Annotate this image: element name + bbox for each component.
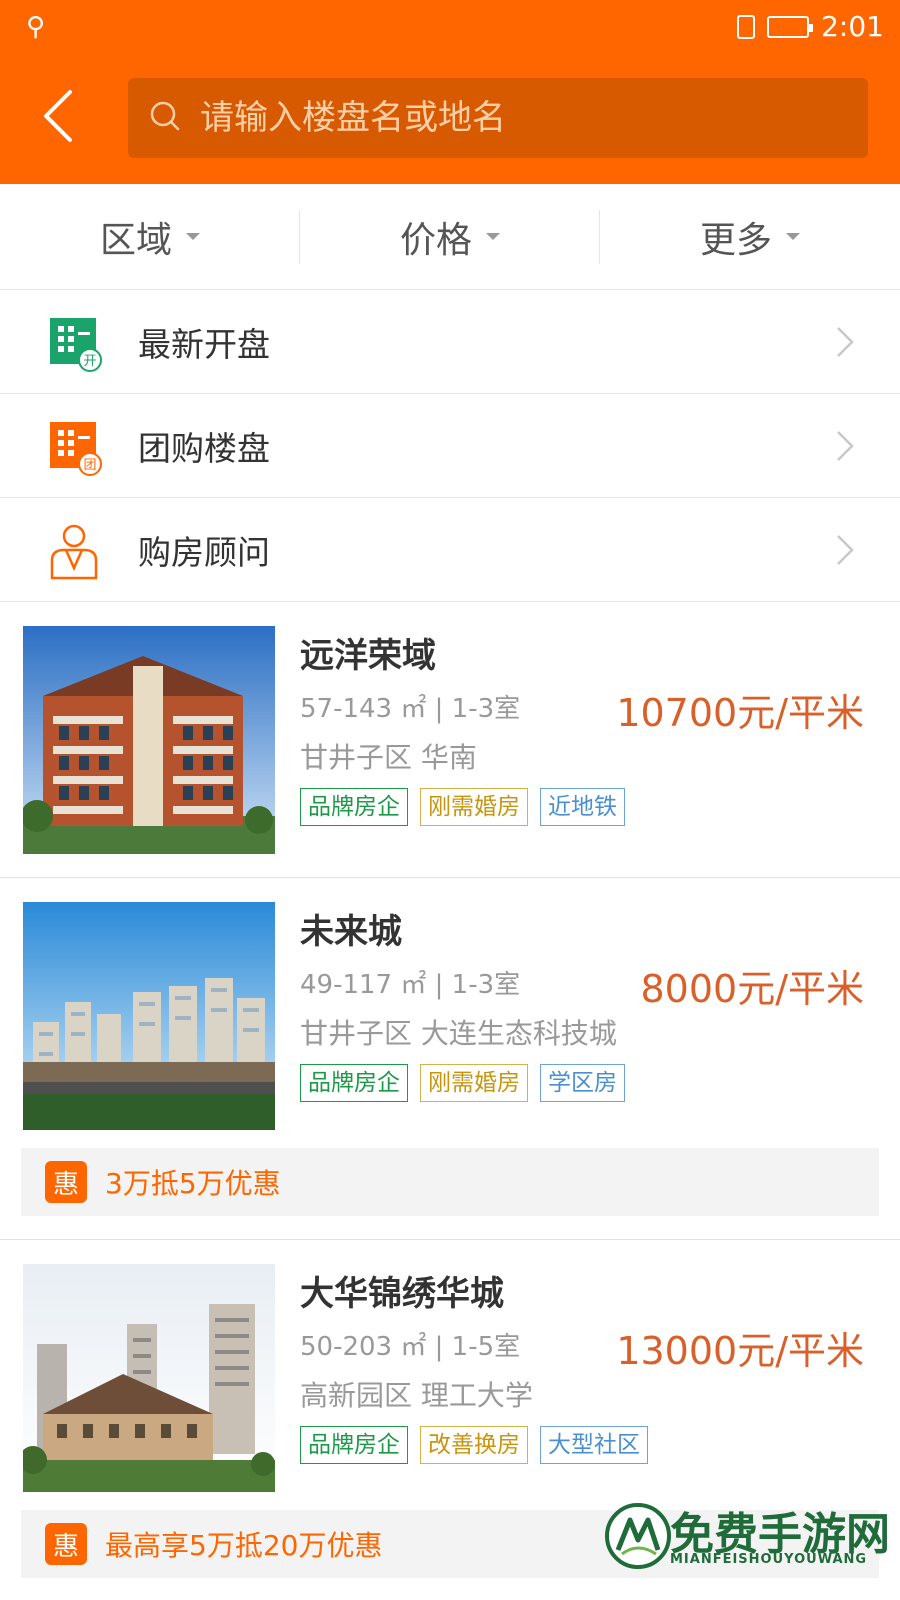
listing-tags: 品牌房企 刚需婚房 近地铁: [300, 788, 625, 826]
tag: 品牌房企: [300, 1064, 408, 1102]
filter-label: 更多: [699, 219, 772, 261]
promo-text: 最高享5万抵20万优惠: [105, 1529, 383, 1562]
search-icon: [148, 99, 182, 137]
listing-card[interactable]: 远洋荣域 57-143 ㎡ | 1-3室 10700元/平米 甘井子区 华南 品…: [0, 602, 900, 878]
listing-name: 远洋荣域: [300, 636, 436, 676]
listing-area: 高新园区 理工大学: [300, 1379, 533, 1412]
search-box[interactable]: [128, 78, 868, 158]
tag: 刚需婚房: [420, 788, 528, 826]
chevron-right-icon: [837, 327, 854, 357]
tag: 改善换房: [420, 1426, 528, 1464]
watermark: 免费手游网 MIANFEISHOUYOUWANG: [604, 1498, 900, 1600]
listing-price: 8000元/平米: [640, 967, 864, 1011]
shortcut-menu: 开 最新开盘 团 团购楼盘 购房顾问: [0, 290, 900, 602]
site-logo-icon: [605, 1503, 671, 1569]
listing-photo: [23, 1264, 275, 1492]
menu-item-new-opening[interactable]: 开 最新开盘: [0, 290, 900, 394]
listing-spec: 50-203 ㎡ | 1-5室: [300, 1332, 521, 1362]
battery-icon: [767, 15, 814, 38]
tag: 大型社区: [540, 1426, 648, 1464]
promo-banner[interactable]: 惠 3万抵5万优惠: [21, 1148, 879, 1216]
listing-price: 10700元/平米: [616, 691, 864, 735]
listing-spec: 49-117 ㎡ | 1-3室: [300, 970, 521, 1000]
consultant-icon: [50, 524, 98, 580]
tag: 品牌房企: [300, 1426, 408, 1464]
listing-name: 大华锦绣华城: [300, 1274, 504, 1314]
menu-item-group-buy[interactable]: 团 团购楼盘: [0, 394, 900, 498]
listing-area: 甘井子区 大连生态科技城: [300, 1017, 617, 1050]
chevron-right-icon: [837, 535, 854, 565]
discount-badge-icon: 惠: [45, 1161, 87, 1203]
caret-down-icon: [786, 233, 800, 240]
usb-icon: ⚲: [26, 12, 46, 42]
tag: 刚需婚房: [420, 1064, 528, 1102]
filter-price[interactable]: 价格: [300, 184, 600, 289]
menu-label: 最新开盘: [138, 324, 270, 364]
menu-label: 购房顾问: [138, 532, 270, 572]
filter-region[interactable]: 区域: [0, 184, 300, 289]
promo-text: 3万抵5万优惠: [105, 1167, 281, 1200]
watermark-subtitle: MIANFEISHOUYOUWANG: [670, 1552, 868, 1567]
tag: 学区房: [540, 1064, 625, 1102]
tag: 品牌房企: [300, 788, 408, 826]
sim-icon: [737, 14, 756, 39]
caret-down-icon: [186, 233, 200, 240]
listing-list: 远洋荣域 57-143 ㎡ | 1-3室 10700元/平米 甘井子区 华南 品…: [0, 602, 900, 1600]
status-right: 2:01: [737, 10, 884, 43]
listing-tags: 品牌房企 改善换房 大型社区: [300, 1426, 648, 1464]
listing-name: 未来城: [300, 912, 402, 952]
menu-label: 团购楼盘: [138, 428, 270, 468]
filter-label: 价格: [399, 219, 472, 261]
svg-text:团: 团: [83, 458, 96, 473]
menu-item-consultant[interactable]: 购房顾问: [0, 498, 900, 602]
filter-bar: 区域 价格 更多: [0, 184, 900, 290]
back-button[interactable]: [36, 86, 84, 146]
new-opening-icon: 开: [50, 318, 102, 372]
listing-photo: [23, 902, 275, 1130]
svg-text:开: 开: [83, 354, 96, 369]
listing-area: 甘井子区 华南: [300, 741, 477, 774]
listing-price: 13000元/平米: [616, 1329, 864, 1373]
listing-spec: 57-143 ㎡ | 1-3室: [300, 694, 521, 724]
discount-badge-icon: 惠: [45, 1523, 87, 1565]
header: [0, 56, 900, 184]
listing-photo: [23, 626, 275, 854]
tag: 近地铁: [540, 788, 625, 826]
status-bar: ⚲ 2:01: [0, 0, 900, 56]
search-input[interactable]: [200, 98, 840, 138]
listing-card[interactable]: 未来城 49-117 ㎡ | 1-3室 8000元/平米 甘井子区 大连生态科技…: [0, 878, 900, 1240]
chevron-left-icon: [44, 90, 72, 142]
caret-down-icon: [486, 233, 500, 240]
status-time: 2:01: [821, 10, 884, 43]
listing-tags: 品牌房企 刚需婚房 学区房: [300, 1064, 625, 1102]
filter-label: 区域: [99, 219, 172, 261]
filter-more[interactable]: 更多: [600, 184, 900, 289]
group-buy-icon: 团: [50, 422, 102, 476]
chevron-right-icon: [837, 431, 854, 461]
